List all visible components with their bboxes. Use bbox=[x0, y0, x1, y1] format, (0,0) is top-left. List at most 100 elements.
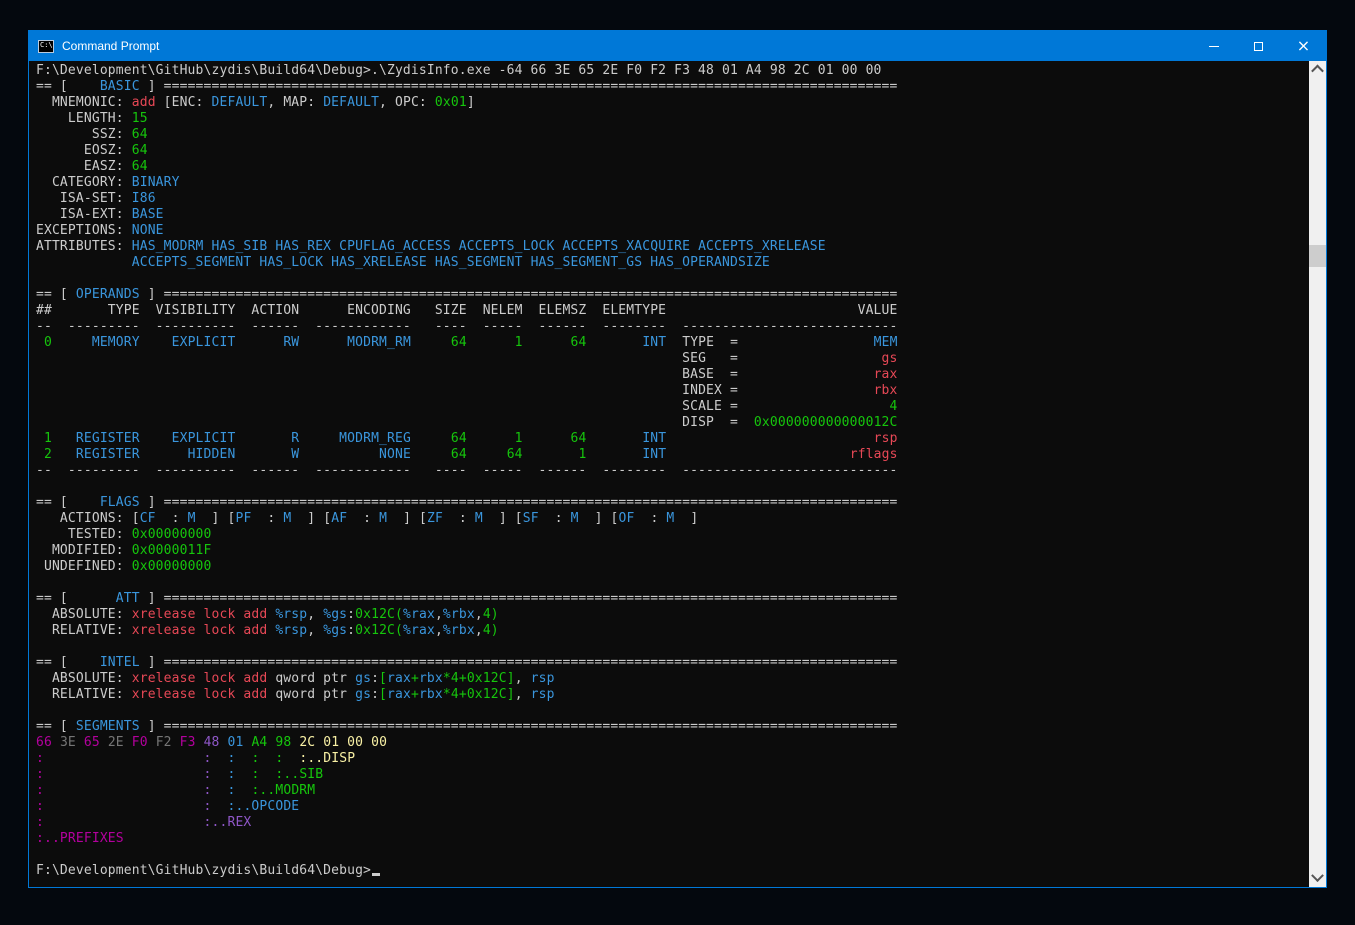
console-segment: M bbox=[475, 511, 483, 526]
maximize-button[interactable] bbox=[1236, 31, 1281, 61]
window-title: Command Prompt bbox=[62, 39, 159, 53]
console-segment: ] bbox=[467, 95, 475, 110]
console-segment: F:\Development\GitHub\zydis\Build64\Debu… bbox=[36, 63, 882, 78]
console-segment: 0x000000000000012C bbox=[754, 415, 898, 430]
scroll-up-button[interactable] bbox=[1309, 61, 1326, 78]
console-segment: : bbox=[443, 511, 475, 526]
console-segment: FLAGS bbox=[76, 495, 140, 510]
console-segment: rbx bbox=[419, 671, 443, 686]
minimize-button[interactable] bbox=[1191, 31, 1236, 61]
console-segment: TYPE = bbox=[666, 335, 738, 350]
console-line: : :..REX bbox=[36, 815, 1309, 831]
console-segment: 64 bbox=[132, 127, 148, 142]
console-line: CATEGORY: BINARY bbox=[36, 175, 1309, 191]
chevron-down-icon bbox=[1311, 869, 1324, 882]
console-line: -- --------- ---------- ------ ---------… bbox=[36, 463, 1309, 479]
console-segment: F:\Development\GitHub\zydis\Build64\Debu… bbox=[36, 863, 371, 878]
console-segment: ATT bbox=[76, 591, 140, 606]
console-segment: -- --------- ---------- ------ ---------… bbox=[36, 319, 897, 334]
console-segment bbox=[36, 367, 666, 382]
console-segment: 1 bbox=[36, 431, 52, 446]
title-bar[interactable]: C:\ Command Prompt × bbox=[29, 31, 1326, 61]
console-segment: : bbox=[36, 799, 44, 814]
console-segment: 0x00000000 bbox=[132, 559, 212, 574]
console-segment: 2E bbox=[108, 735, 132, 750]
console-segment: NONE bbox=[299, 447, 411, 462]
console-segment: SEGMENTS bbox=[76, 719, 140, 734]
console-segment: 66 bbox=[36, 735, 60, 750]
console-segment: == [ bbox=[36, 591, 76, 606]
console-line: BASE = rax bbox=[36, 367, 1309, 383]
console-segment: %rax bbox=[403, 607, 435, 622]
console-line bbox=[36, 847, 1309, 863]
console-segment: : bbox=[204, 751, 212, 766]
console-segment: : bbox=[36, 767, 44, 782]
console-segment: : bbox=[347, 623, 355, 638]
console-line: :..PREFIXES bbox=[36, 831, 1309, 847]
console-segment bbox=[738, 351, 882, 366]
console-segment: [ bbox=[379, 687, 387, 702]
console-segment: NONE bbox=[132, 223, 164, 238]
console-segment: ZF bbox=[427, 511, 443, 526]
console-segment: rax bbox=[874, 367, 898, 382]
console-segment: EASZ: bbox=[36, 159, 132, 174]
console-segment: I86 bbox=[132, 191, 156, 206]
console-segment: OF bbox=[619, 511, 635, 526]
console-segment bbox=[44, 783, 204, 798]
console-segment: ] ======================================… bbox=[140, 655, 898, 670]
console-segment bbox=[738, 415, 754, 430]
close-button[interactable]: × bbox=[1281, 31, 1326, 61]
console-segment: F0 bbox=[132, 735, 156, 750]
console-segment: TESTED: bbox=[36, 527, 132, 542]
console-segment bbox=[44, 751, 204, 766]
console-segment: 3E bbox=[60, 735, 84, 750]
console-segment bbox=[212, 783, 228, 798]
console-segment: ] [ bbox=[483, 511, 523, 526]
console-segment: 15 bbox=[132, 111, 148, 126]
console-segment bbox=[235, 751, 251, 766]
console-segment: RELATIVE: bbox=[36, 687, 132, 702]
window-controls: × bbox=[1191, 31, 1326, 61]
console-segment: rbx bbox=[874, 383, 898, 398]
console-line: == [ INTEL ] ===========================… bbox=[36, 655, 1309, 671]
console-output[interactable]: F:\Development\GitHub\zydis\Build64\Debu… bbox=[29, 61, 1309, 887]
console-segment bbox=[212, 751, 228, 766]
console-segment: rsp bbox=[531, 687, 555, 702]
console-segment: rax bbox=[387, 687, 411, 702]
console-segment: 0 bbox=[36, 335, 52, 350]
console-segment: AF bbox=[331, 511, 347, 526]
console-segment bbox=[235, 767, 251, 782]
console-segment: 64 bbox=[411, 447, 467, 462]
console-segment: UNDEFINED: bbox=[36, 559, 132, 574]
console-segment: ] ======================================… bbox=[140, 287, 898, 302]
console-line: ## TYPE VISIBILITY ACTION ENCODING SIZE … bbox=[36, 303, 1309, 319]
console-segment: , bbox=[307, 607, 323, 622]
console-segment: F2 bbox=[156, 735, 180, 750]
console-segment: : bbox=[36, 751, 44, 766]
console-segment: :..MODRM bbox=[251, 783, 315, 798]
console-segment bbox=[738, 383, 874, 398]
console-segment: *4+0x12C] bbox=[443, 687, 515, 702]
console-segment: HAS_MODRM HAS_SIB HAS_REX CPUFLAG_ACCESS… bbox=[132, 239, 826, 254]
console-segment bbox=[36, 415, 666, 430]
console-segment: rax bbox=[387, 671, 411, 686]
console-segment: ACCEPTS_SEGMENT HAS_LOCK HAS_XRELEASE HA… bbox=[132, 255, 770, 270]
console-segment: MEM bbox=[874, 335, 898, 350]
console-segment: , bbox=[515, 671, 531, 686]
console-segment bbox=[212, 767, 228, 782]
console-segment: 0x00000000 bbox=[132, 527, 212, 542]
chevron-up-icon bbox=[1311, 65, 1324, 78]
console-segment: DEFAULT bbox=[212, 95, 268, 110]
scroll-thumb[interactable] bbox=[1309, 245, 1326, 267]
console-segment bbox=[259, 767, 275, 782]
scrollbar[interactable] bbox=[1309, 61, 1326, 887]
console-line: SCALE = 4 bbox=[36, 399, 1309, 415]
console-segment: , OPC: bbox=[379, 95, 435, 110]
console-segment bbox=[259, 751, 275, 766]
console-segment: :..PREFIXES bbox=[36, 831, 124, 846]
console-segment: ] ======================================… bbox=[140, 79, 898, 94]
console-line: UNDEFINED: 0x00000000 bbox=[36, 559, 1309, 575]
scroll-down-button[interactable] bbox=[1309, 870, 1326, 887]
minimize-icon bbox=[1209, 46, 1219, 47]
console-segment: %rsp bbox=[275, 607, 307, 622]
